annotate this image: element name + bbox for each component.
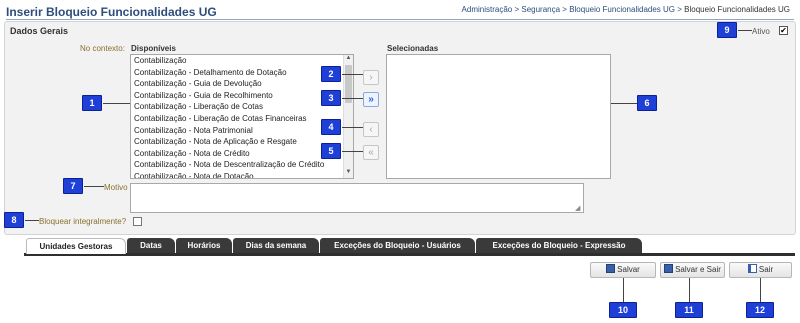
callout-connector bbox=[689, 278, 690, 302]
salvar-button[interactable]: Salvar bbox=[590, 262, 656, 278]
list-item[interactable]: Contabilização - Nota de Aplicação e Res… bbox=[131, 136, 353, 148]
callout-connector bbox=[342, 151, 363, 152]
salvar-e-sair-button[interactable]: Salvar e Sair bbox=[660, 262, 725, 278]
list-item[interactable]: Contabilização - Liberação de Cotas Fina… bbox=[131, 113, 353, 125]
save-disk-icon bbox=[606, 264, 616, 273]
scroll-down-arrow-icon[interactable]: ▼ bbox=[344, 169, 353, 178]
sair-button[interactable]: Sair bbox=[729, 262, 792, 278]
callout-connector bbox=[103, 103, 130, 104]
move-all-left-button[interactable]: « bbox=[363, 145, 379, 160]
salvar-button-label: Salvar bbox=[617, 265, 640, 274]
salvar-e-sair-label: Salvar e Sair bbox=[675, 265, 721, 274]
panel-title: Dados Gerais bbox=[10, 26, 69, 36]
move-right-button[interactable]: › bbox=[363, 70, 379, 85]
list-item[interactable]: Contabilização - Nota de Crédito bbox=[131, 148, 353, 160]
list-item[interactable]: Contabilização - Nota Patrimonial bbox=[131, 125, 353, 137]
breadcrumb-current: Bloqueio Funcionalidades UG bbox=[684, 5, 790, 14]
breadcrumb: Administração > Segurança > Bloqueio Fun… bbox=[462, 5, 790, 14]
list-item[interactable]: Contabilização - Detalhamento de Dotação bbox=[131, 67, 353, 79]
tab-dias-da-semana[interactable]: Dias da semana bbox=[233, 238, 319, 253]
tab-excecoes-usuarios[interactable]: Exceções do Bloqueio - Usuários bbox=[320, 238, 475, 253]
save-exit-icon bbox=[664, 264, 674, 273]
list-item[interactable]: Contabilização - Nota de Dotação bbox=[131, 171, 353, 178]
bloquear-integralmente-checkbox[interactable] bbox=[133, 217, 142, 226]
list-item[interactable]: Contabilização bbox=[131, 55, 353, 67]
tab-datas[interactable]: Datas bbox=[127, 238, 175, 253]
ativo-checkbox[interactable]: ✔ bbox=[779, 26, 788, 35]
callout-12: 12 bbox=[746, 302, 774, 318]
callout-connector bbox=[25, 220, 39, 221]
sair-button-label: Sair bbox=[758, 265, 774, 274]
motivo-textarea[interactable] bbox=[130, 183, 584, 213]
list-item[interactable]: Contabilização - Liberação de Cotas bbox=[131, 101, 353, 113]
callout-10: 10 bbox=[609, 302, 637, 318]
callout-connector bbox=[738, 30, 752, 31]
disponiveis-label: Disponíveis bbox=[131, 44, 176, 53]
breadcrumb-separator: > bbox=[560, 5, 570, 14]
callout-connector bbox=[623, 278, 624, 302]
callout-2: 2 bbox=[321, 66, 341, 82]
callout-8: 8 bbox=[4, 212, 24, 228]
page-title: Inserir Bloqueio Funcionalidades UG bbox=[6, 5, 217, 19]
callout-4: 4 bbox=[321, 119, 341, 135]
breadcrumb-separator: > bbox=[512, 5, 522, 14]
callout-connector bbox=[342, 98, 363, 99]
selecionadas-label: Selecionadas bbox=[387, 44, 439, 53]
callout-connector bbox=[611, 103, 637, 104]
breadcrumb-bloqueio[interactable]: Bloqueio Funcionalidades UG bbox=[569, 5, 675, 14]
no-contexto-label: No contexto: bbox=[80, 44, 125, 53]
bloquear-integralmente-label: Bloquear integralmente? bbox=[39, 217, 127, 226]
list-item[interactable]: Contabilização - Guia de Recolhimento bbox=[131, 90, 353, 102]
move-all-right-button[interactable]: » bbox=[363, 92, 379, 107]
callout-connector bbox=[760, 278, 761, 302]
callout-connector bbox=[342, 127, 363, 128]
header-divider bbox=[6, 19, 794, 20]
selected-functions-list[interactable] bbox=[386, 54, 611, 179]
callout-connector bbox=[84, 186, 104, 187]
tab-horarios[interactable]: Horários bbox=[176, 238, 232, 253]
tab-excecoes-expressao[interactable]: Exceções do Bloqueio - Expressão bbox=[476, 238, 642, 253]
move-left-button[interactable]: ‹ bbox=[363, 122, 379, 137]
list-item[interactable]: Contabilização - Guia de Devolução bbox=[131, 78, 353, 90]
callout-9: 9 bbox=[717, 22, 737, 38]
tab-unidades-gestoras[interactable]: Unidades Gestoras bbox=[26, 238, 126, 254]
callout-7: 7 bbox=[63, 178, 83, 194]
callout-11: 11 bbox=[675, 302, 703, 318]
callout-5: 5 bbox=[321, 143, 341, 159]
motivo-label: Motivo bbox=[104, 183, 128, 192]
breadcrumb-seguranca[interactable]: Segurança bbox=[521, 5, 560, 14]
callout-1: 1 bbox=[82, 95, 102, 111]
breadcrumb-administracao[interactable]: Administração bbox=[462, 5, 513, 14]
callout-6: 6 bbox=[637, 95, 657, 111]
callout-3: 3 bbox=[321, 90, 341, 106]
exit-door-icon bbox=[747, 264, 757, 273]
breadcrumb-separator: > bbox=[675, 5, 685, 14]
callout-connector bbox=[342, 74, 363, 75]
scroll-up-arrow-icon[interactable]: ▲ bbox=[344, 55, 353, 64]
list-item[interactable]: Contabilização - Nota de Descentralizaçã… bbox=[131, 159, 353, 171]
tab-bar-underline bbox=[24, 253, 795, 256]
ativo-label: Ativo bbox=[752, 27, 770, 36]
resize-grip-icon[interactable]: ◢ bbox=[575, 204, 580, 212]
